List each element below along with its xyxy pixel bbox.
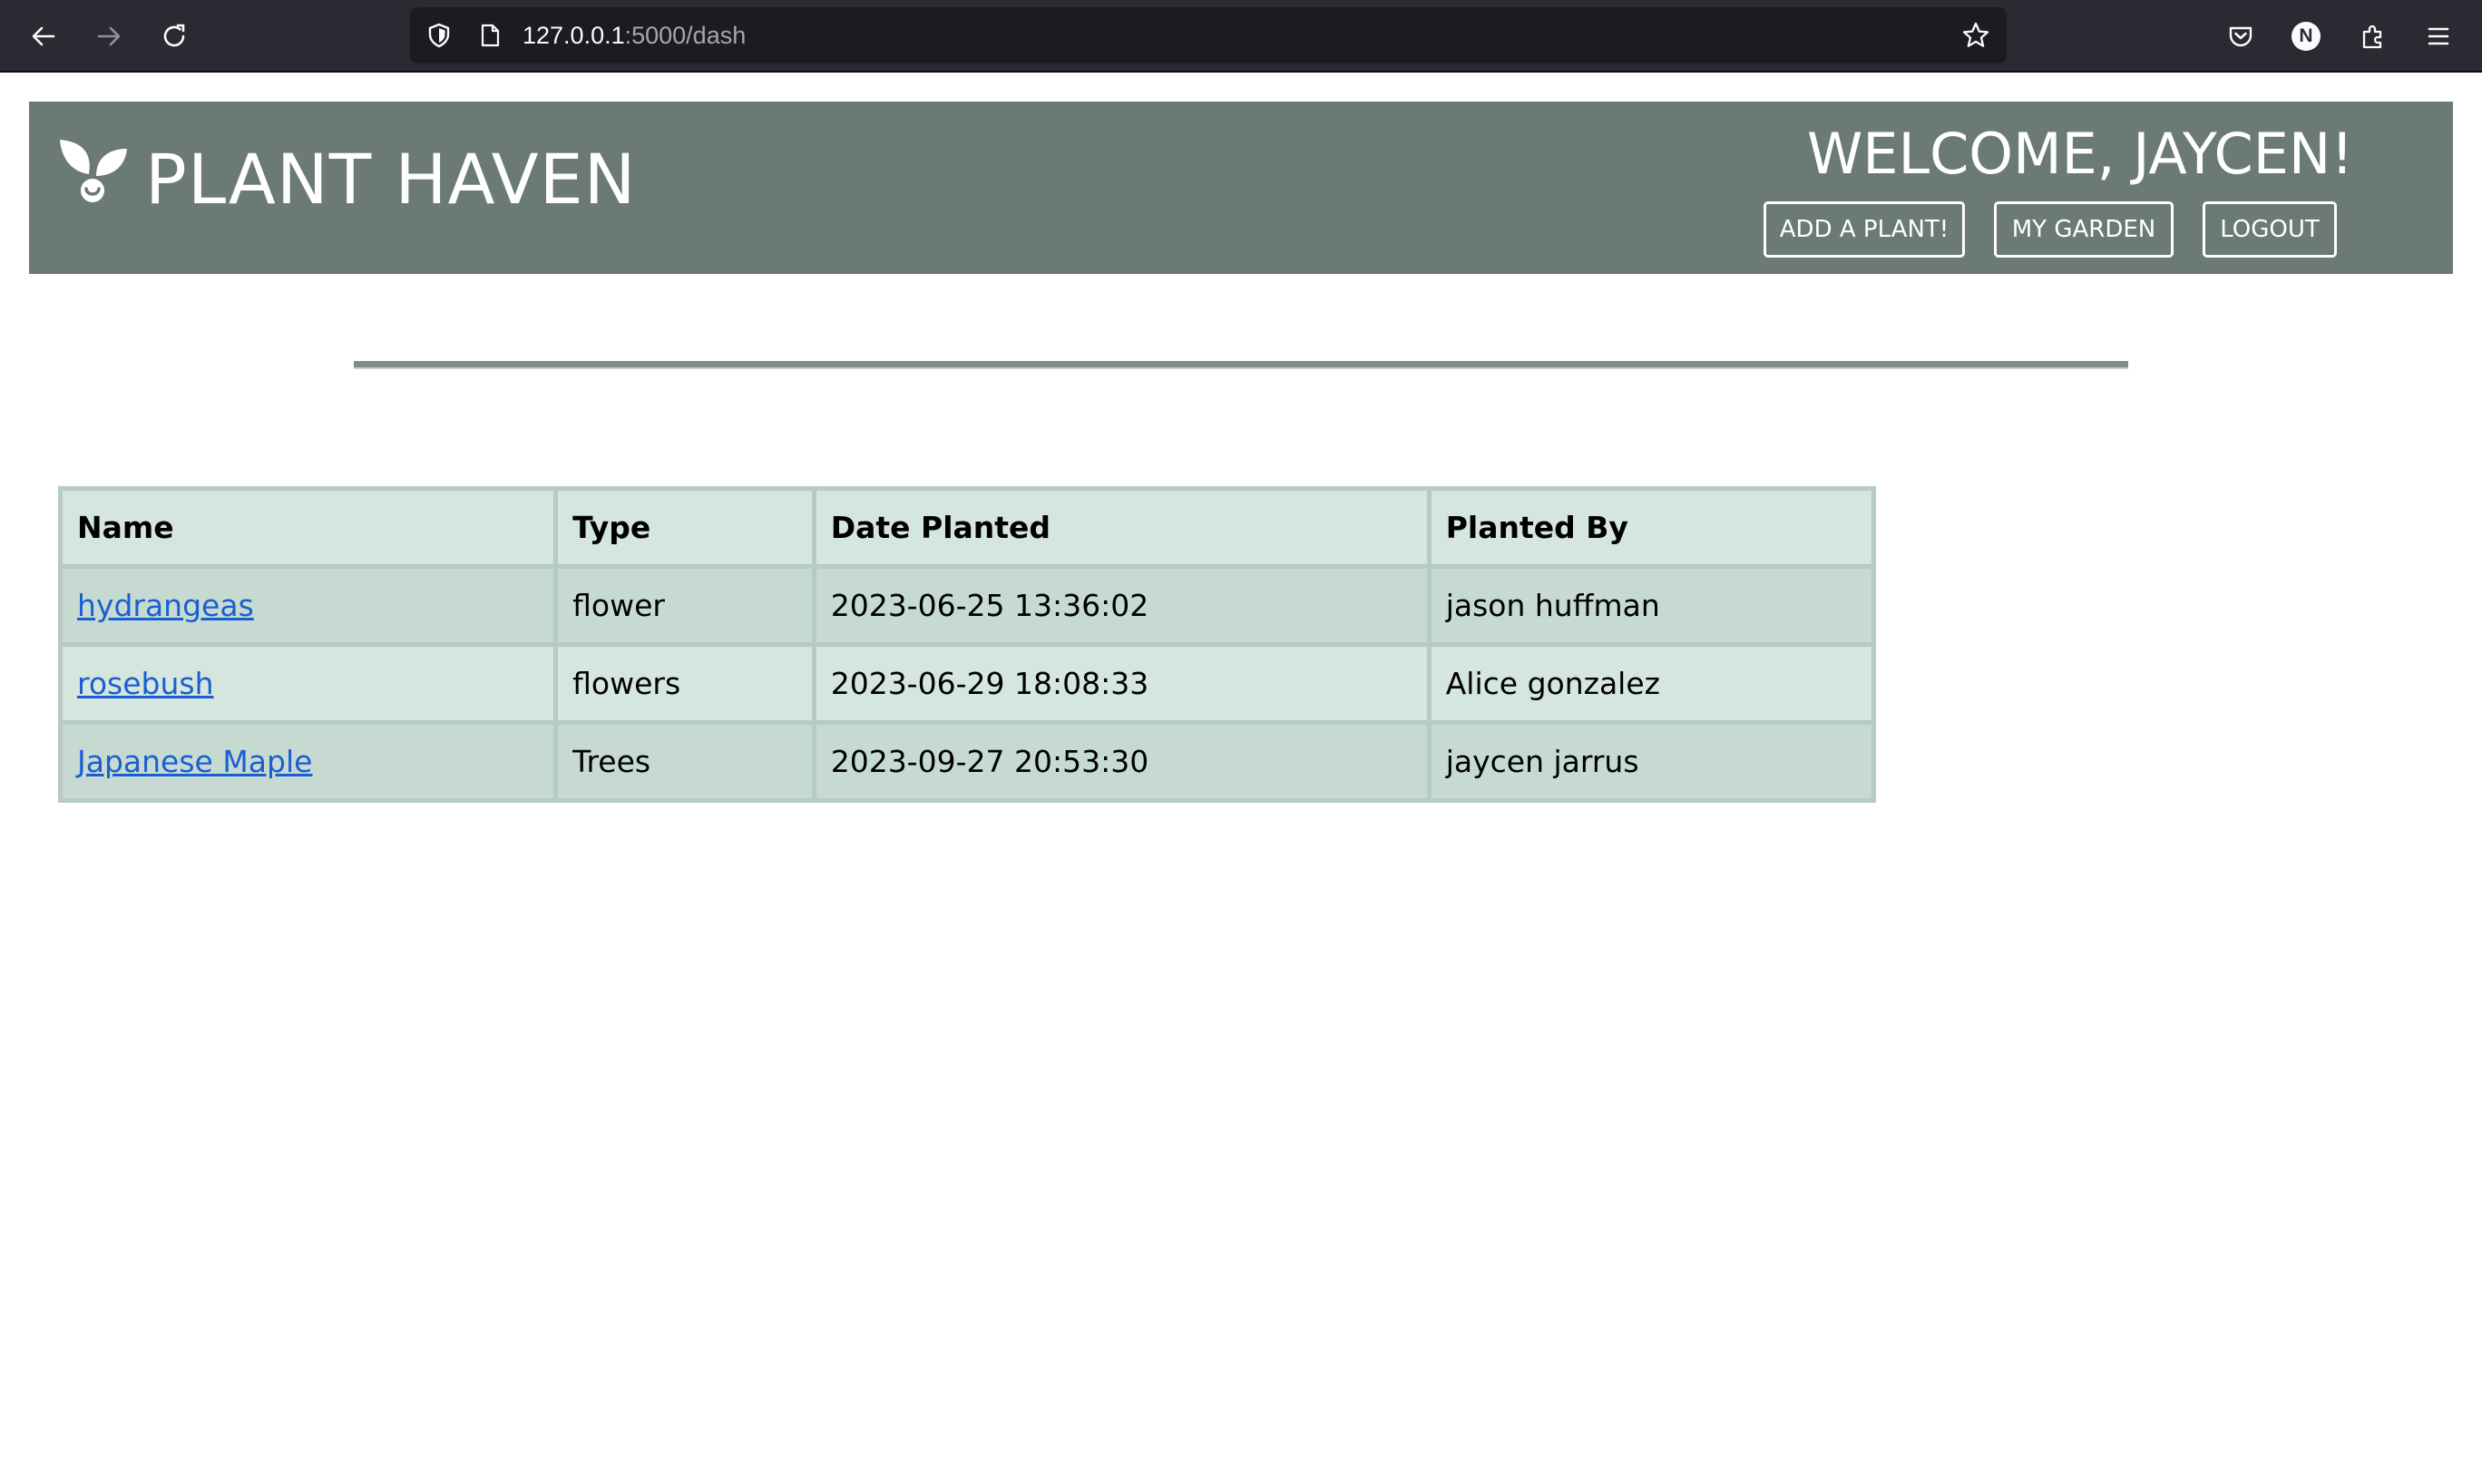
cell-planted-by: Alice gonzalez bbox=[1431, 647, 1871, 720]
table-row: hydrangeas flower 2023-06-25 13:36:02 ja… bbox=[63, 569, 1871, 642]
cell-date: 2023-06-25 13:36:02 bbox=[816, 569, 1427, 642]
cell-date: 2023-09-27 20:53:30 bbox=[816, 725, 1427, 798]
logout-button[interactable]: LOGOUT bbox=[2203, 201, 2337, 258]
plant-link[interactable]: hydrangeas bbox=[77, 588, 254, 623]
cell-type: Trees bbox=[558, 725, 812, 798]
cell-planted-by: jason huffman bbox=[1431, 569, 1871, 642]
plant-link[interactable]: rosebush bbox=[77, 666, 214, 701]
cell-name: Japanese Maple bbox=[63, 725, 554, 798]
table-header-row: Name Type Date Planted Planted By bbox=[63, 491, 1871, 564]
reload-button[interactable] bbox=[152, 15, 196, 58]
my-garden-button[interactable]: MY GARDEN bbox=[1994, 201, 2174, 258]
add-plant-button[interactable]: ADD A PLANT! bbox=[1764, 201, 1965, 258]
cell-planted-by: jaycen jarrus bbox=[1431, 725, 1871, 798]
pocket-icon bbox=[2229, 26, 2252, 47]
welcome-message: WELCOME, JAYCEN! bbox=[1807, 121, 2354, 187]
site-header: PLANT HAVEN WELCOME, JAYCEN! ADD A PLANT… bbox=[29, 102, 2453, 274]
horizontal-rule bbox=[354, 361, 2128, 369]
arrow-right-icon bbox=[97, 26, 121, 46]
browser-toolbar: 127.0.0.1:5000/dash N bbox=[0, 0, 2482, 73]
leaf-icon bbox=[60, 140, 127, 202]
cell-name: hydrangeas bbox=[63, 569, 554, 642]
cell-name: rosebush bbox=[63, 647, 554, 720]
star-icon[interactable] bbox=[1959, 19, 1992, 52]
url-path: :5000/dash bbox=[624, 22, 747, 49]
extensions-button[interactable] bbox=[2351, 15, 2395, 58]
cell-type: flowers bbox=[558, 647, 812, 720]
cell-type: flower bbox=[558, 569, 812, 642]
page-icon bbox=[474, 19, 506, 52]
arrow-left-icon bbox=[32, 26, 55, 46]
puzzle-icon bbox=[2362, 24, 2382, 49]
column-header-date: Date Planted bbox=[816, 491, 1427, 564]
brand-title[interactable]: PLANT HAVEN bbox=[145, 136, 636, 223]
back-button[interactable] bbox=[22, 15, 65, 58]
forward-button[interactable] bbox=[87, 15, 131, 58]
menu-button[interactable] bbox=[2417, 15, 2460, 58]
column-header-type: Type bbox=[558, 491, 812, 564]
url-text[interactable]: 127.0.0.1:5000/dash bbox=[523, 7, 746, 63]
table-row: Japanese Maple Trees 2023-09-27 20:53:30… bbox=[63, 725, 1871, 798]
table-row: rosebush flowers 2023-06-29 18:08:33 Ali… bbox=[63, 647, 1871, 720]
toolbar-divider bbox=[0, 71, 2482, 73]
account-button[interactable]: N bbox=[2284, 15, 2328, 58]
plants-table: Name Type Date Planted Planted By hydran… bbox=[58, 486, 1876, 803]
column-header-name: Name bbox=[63, 491, 554, 564]
reload-icon bbox=[163, 24, 185, 47]
column-header-planted-by: Planted By bbox=[1431, 491, 1871, 564]
hamburger-icon bbox=[2428, 27, 2449, 45]
cell-date: 2023-06-29 18:08:33 bbox=[816, 647, 1427, 720]
pocket-button[interactable] bbox=[2219, 15, 2262, 58]
address-bar[interactable]: 127.0.0.1:5000/dash bbox=[410, 7, 2007, 63]
shield-icon[interactable] bbox=[423, 19, 455, 52]
profile-avatar: N bbox=[2291, 22, 2321, 51]
plant-link[interactable]: Japanese Maple bbox=[77, 744, 312, 779]
url-host: 127.0.0.1 bbox=[523, 22, 625, 49]
